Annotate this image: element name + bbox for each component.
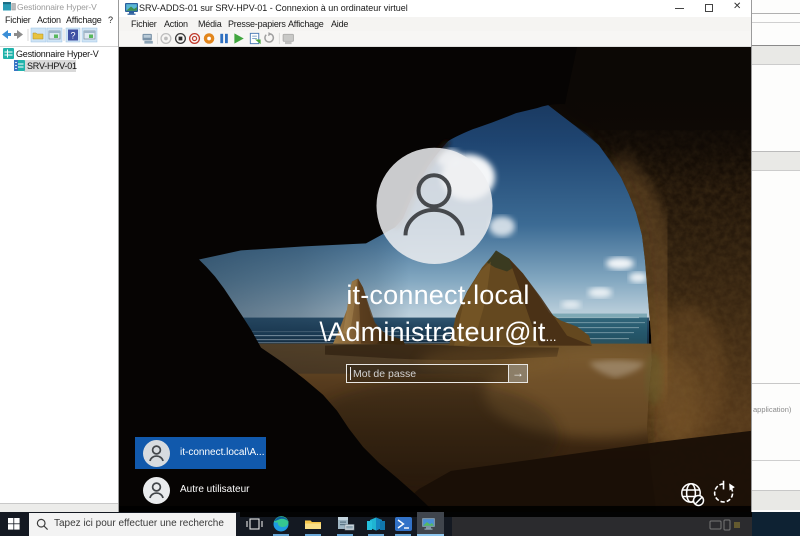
svg-text:?: ? (70, 31, 75, 41)
